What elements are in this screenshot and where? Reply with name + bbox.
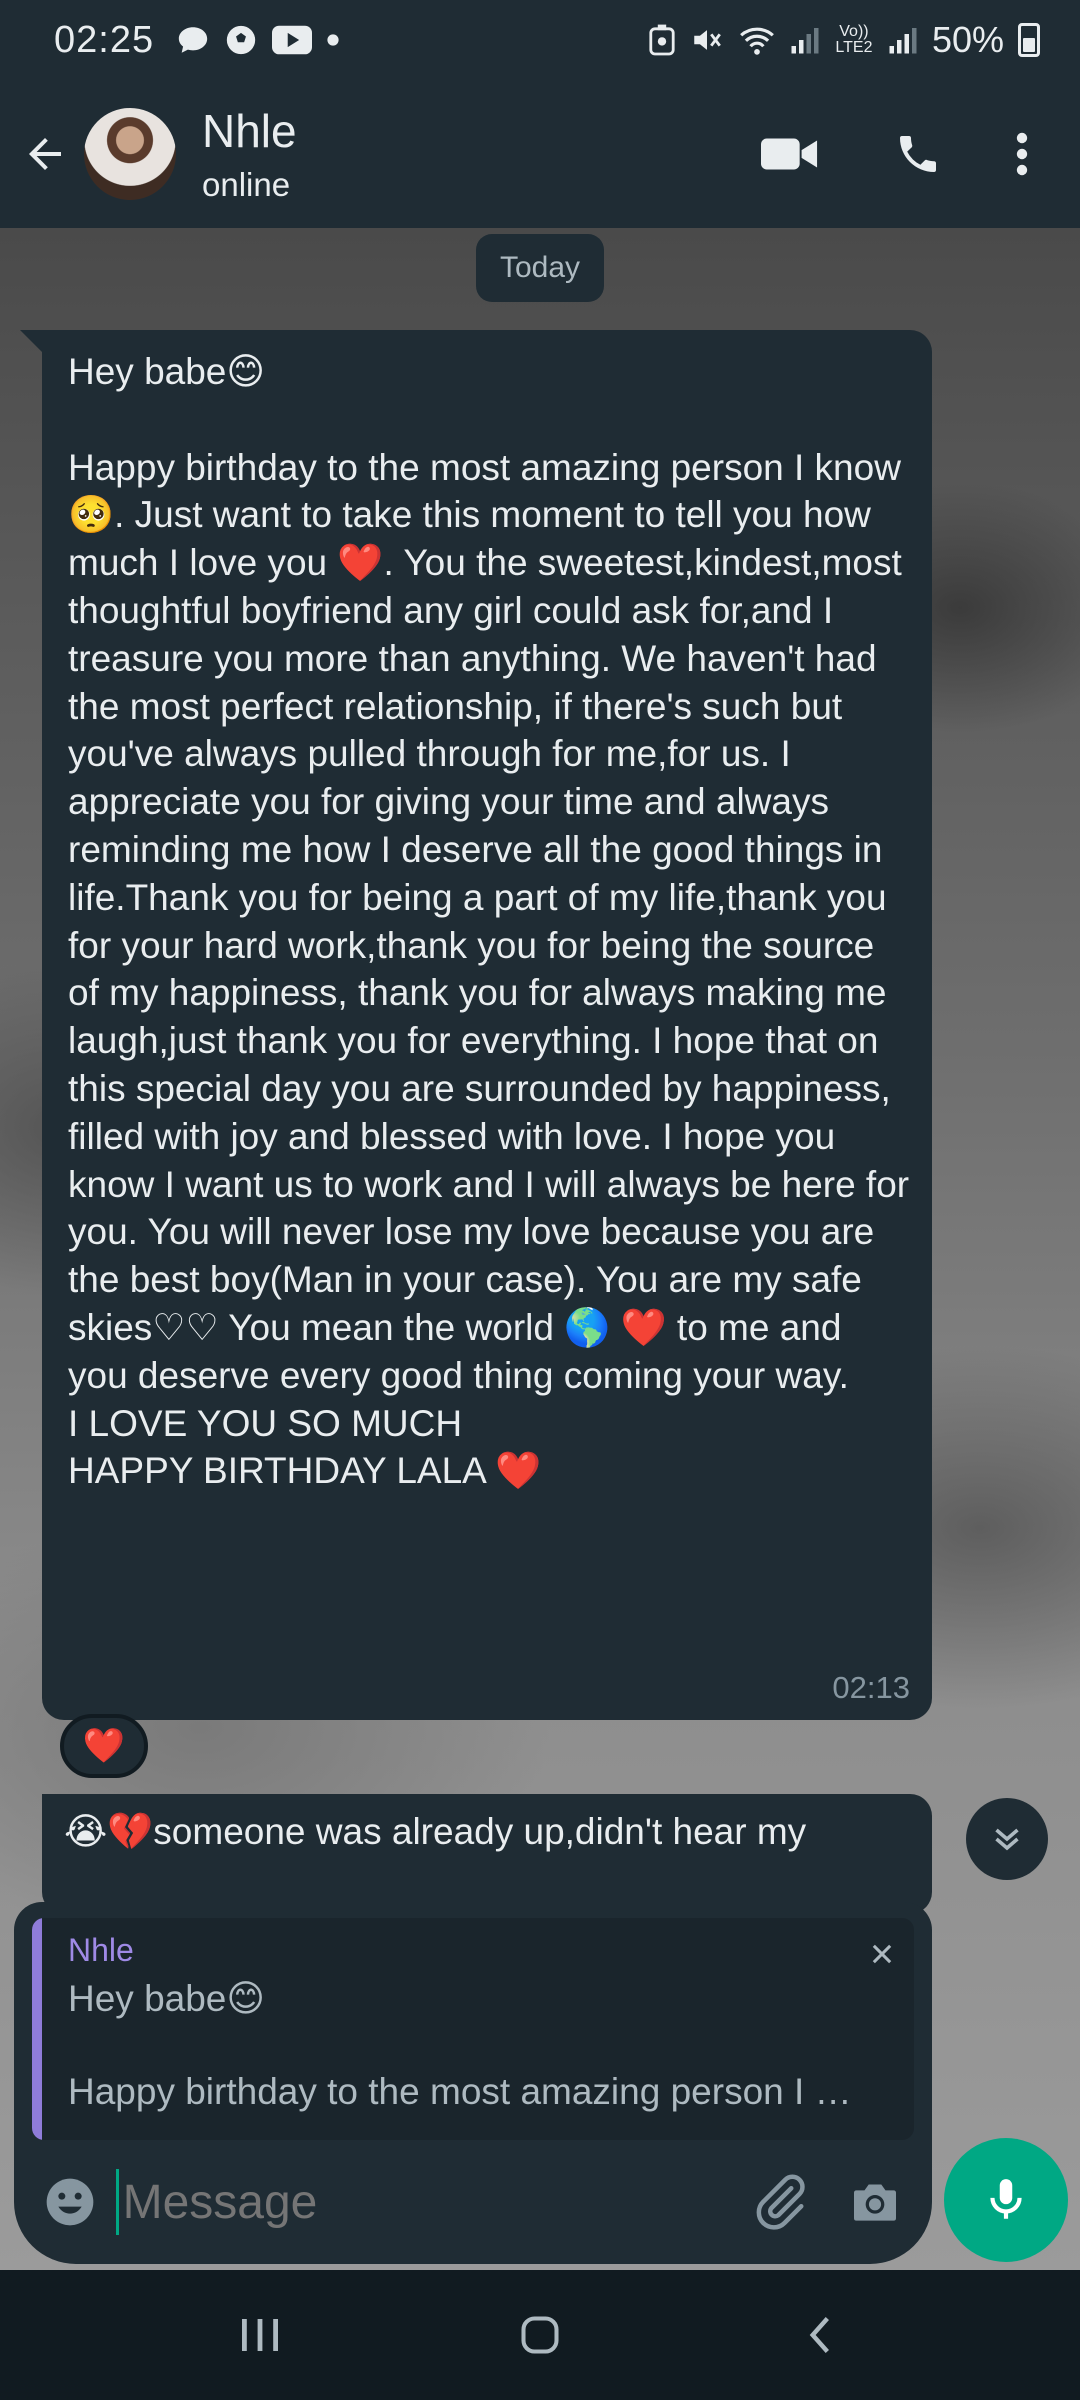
message-time: 02:13	[832, 1670, 910, 1705]
text-caret	[116, 2169, 119, 2235]
battery-percent: 50%	[931, 19, 1004, 60]
status-bar: 02:25 Vo)) LTE2 50%	[0, 0, 1080, 80]
quoted-message[interactable]: Nhle Hey babe😊 Happy birthday to the mos…	[32, 1918, 914, 2140]
microphone-icon	[990, 2179, 1022, 2219]
emoji-button[interactable]	[42, 2170, 98, 2234]
back-chevron-icon	[809, 2317, 829, 2353]
overflow-menu-button[interactable]	[982, 80, 1062, 228]
chat-header: Nhle online	[0, 80, 1080, 228]
quote-line-1: Hey babe😊	[68, 1978, 265, 2019]
video-call-button[interactable]	[726, 80, 854, 228]
chat-icon	[178, 27, 208, 53]
home-button[interactable]	[480, 2285, 600, 2385]
contact-info[interactable]: Nhle online	[202, 104, 297, 204]
soccer-icon	[226, 25, 256, 55]
recycle-icon	[649, 24, 675, 56]
close-icon	[872, 1944, 892, 1964]
back-nav-button[interactable]	[760, 2285, 880, 2385]
contact-status: online	[202, 166, 291, 203]
back-arrow-icon	[29, 138, 61, 170]
message-bubble[interactable]: Hey babe😊 Happy birthday to the most ama…	[20, 330, 932, 1720]
camera-button[interactable]	[839, 2160, 912, 2244]
reaction-badge[interactable]: ❤️	[60, 1714, 148, 1778]
video-camera-icon	[761, 138, 818, 170]
status-time: 02:25	[54, 18, 155, 61]
emoji-icon	[46, 2178, 94, 2226]
recent-apps-button[interactable]	[200, 2285, 320, 2385]
mute-icon	[694, 30, 721, 50]
quote-author: Nhle	[68, 1932, 134, 1968]
double-chevron-down-icon	[995, 1828, 1019, 1851]
youtube-icon	[272, 25, 313, 55]
voice-call-button[interactable]	[854, 80, 982, 228]
notification-icons	[176, 23, 340, 57]
attach-button[interactable]	[744, 2160, 817, 2244]
signal-icon	[889, 28, 917, 54]
avatar[interactable]	[84, 108, 176, 200]
camera-icon	[854, 2184, 897, 2221]
dot-icon	[327, 34, 339, 46]
message-text: Hey babe😊 Happy birthday to the most ama…	[68, 351, 910, 1492]
voice-message-button[interactable]	[944, 2138, 1068, 2262]
scroll-to-bottom-button[interactable]	[966, 1798, 1048, 1880]
heart-reaction: ❤️	[82, 1727, 126, 1765]
reply-preview: Nhle Hey babe😊 Happy birthday to the mos…	[14, 1902, 932, 2140]
more-vertical-icon	[1016, 132, 1028, 176]
system-icons: Vo)) LTE2 50%	[648, 19, 1040, 61]
quote-accent-bar	[32, 1918, 42, 2140]
phone-icon	[900, 136, 936, 172]
message-input[interactable]	[122, 2174, 744, 2230]
date-chip: Today	[476, 234, 604, 302]
system-nav-bar	[0, 2270, 1080, 2400]
recent-apps-icon	[242, 2319, 278, 2351]
message-bubble[interactable]: 😭💔someone was already up,didn't hear my	[42, 1794, 932, 1914]
message-composer	[14, 2140, 932, 2264]
back-button[interactable]	[0, 80, 90, 228]
quote-line-2: Happy birthday to the most amazing perso…	[68, 2071, 854, 2112]
contact-name: Nhle	[202, 105, 297, 157]
cancel-reply-button[interactable]	[862, 1934, 902, 1974]
home-icon	[521, 2316, 559, 2354]
message-text: 😭💔someone was already up,didn't hear my	[64, 1811, 807, 1852]
paperclip-icon	[756, 2174, 805, 2230]
volte-icon: Vo)) LTE2	[835, 23, 873, 56]
signal-icon	[791, 28, 819, 54]
header-actions	[726, 80, 1080, 228]
wifi-icon	[740, 27, 774, 55]
battery-icon	[1018, 23, 1040, 57]
